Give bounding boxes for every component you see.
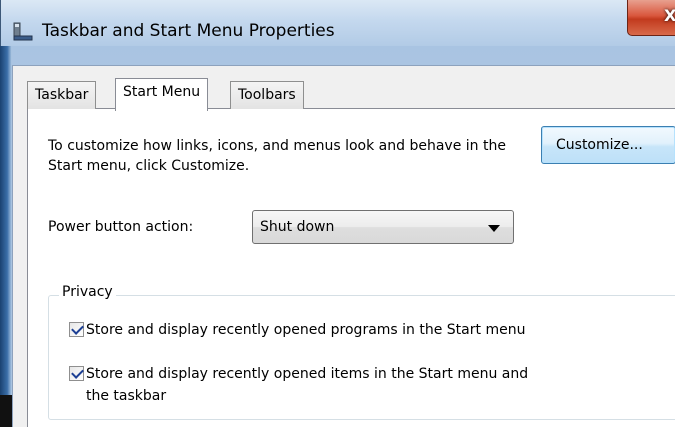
tab-strip: Taskbar Start Menu Toolbars [27, 78, 627, 111]
tab-taskbar[interactable]: Taskbar [27, 81, 97, 109]
close-button[interactable]: X [627, 0, 675, 36]
desktop-corner [0, 395, 12, 427]
privacy-item-label: Store and display recently opened progra… [86, 322, 526, 338]
close-icon: X [664, 6, 675, 25]
window-left-edge [0, 46, 12, 427]
power-button-action-select[interactable]: Shut down [252, 210, 514, 244]
taskbar-properties-icon [13, 22, 33, 41]
window-title: Taskbar and Start Menu Properties [42, 21, 335, 41]
customize-button[interactable]: Customize... [541, 126, 675, 164]
privacy-item-label-line2: the taskbar [86, 388, 167, 404]
power-button-action-value: Shut down [260, 219, 335, 235]
customize-description: To customize how links, icons, and menus… [48, 138, 506, 174]
privacy-item-label: Store and display recently opened items … [86, 366, 529, 382]
tab-toolbars[interactable]: Toolbars [230, 81, 304, 109]
tab-start-menu[interactable]: Start Menu [115, 78, 209, 111]
checkbox-checked-icon[interactable] [69, 366, 84, 381]
power-button-action-label: Power button action: [48, 219, 194, 235]
desktop: Taskbar and Start Menu Properties X Task… [0, 0, 675, 427]
checkbox-checked-icon[interactable] [69, 322, 84, 337]
dropdown-arrow-icon [488, 225, 500, 232]
title-bar[interactable]: Taskbar and Start Menu Properties [1, 0, 675, 46]
privacy-legend: Privacy [59, 284, 116, 300]
